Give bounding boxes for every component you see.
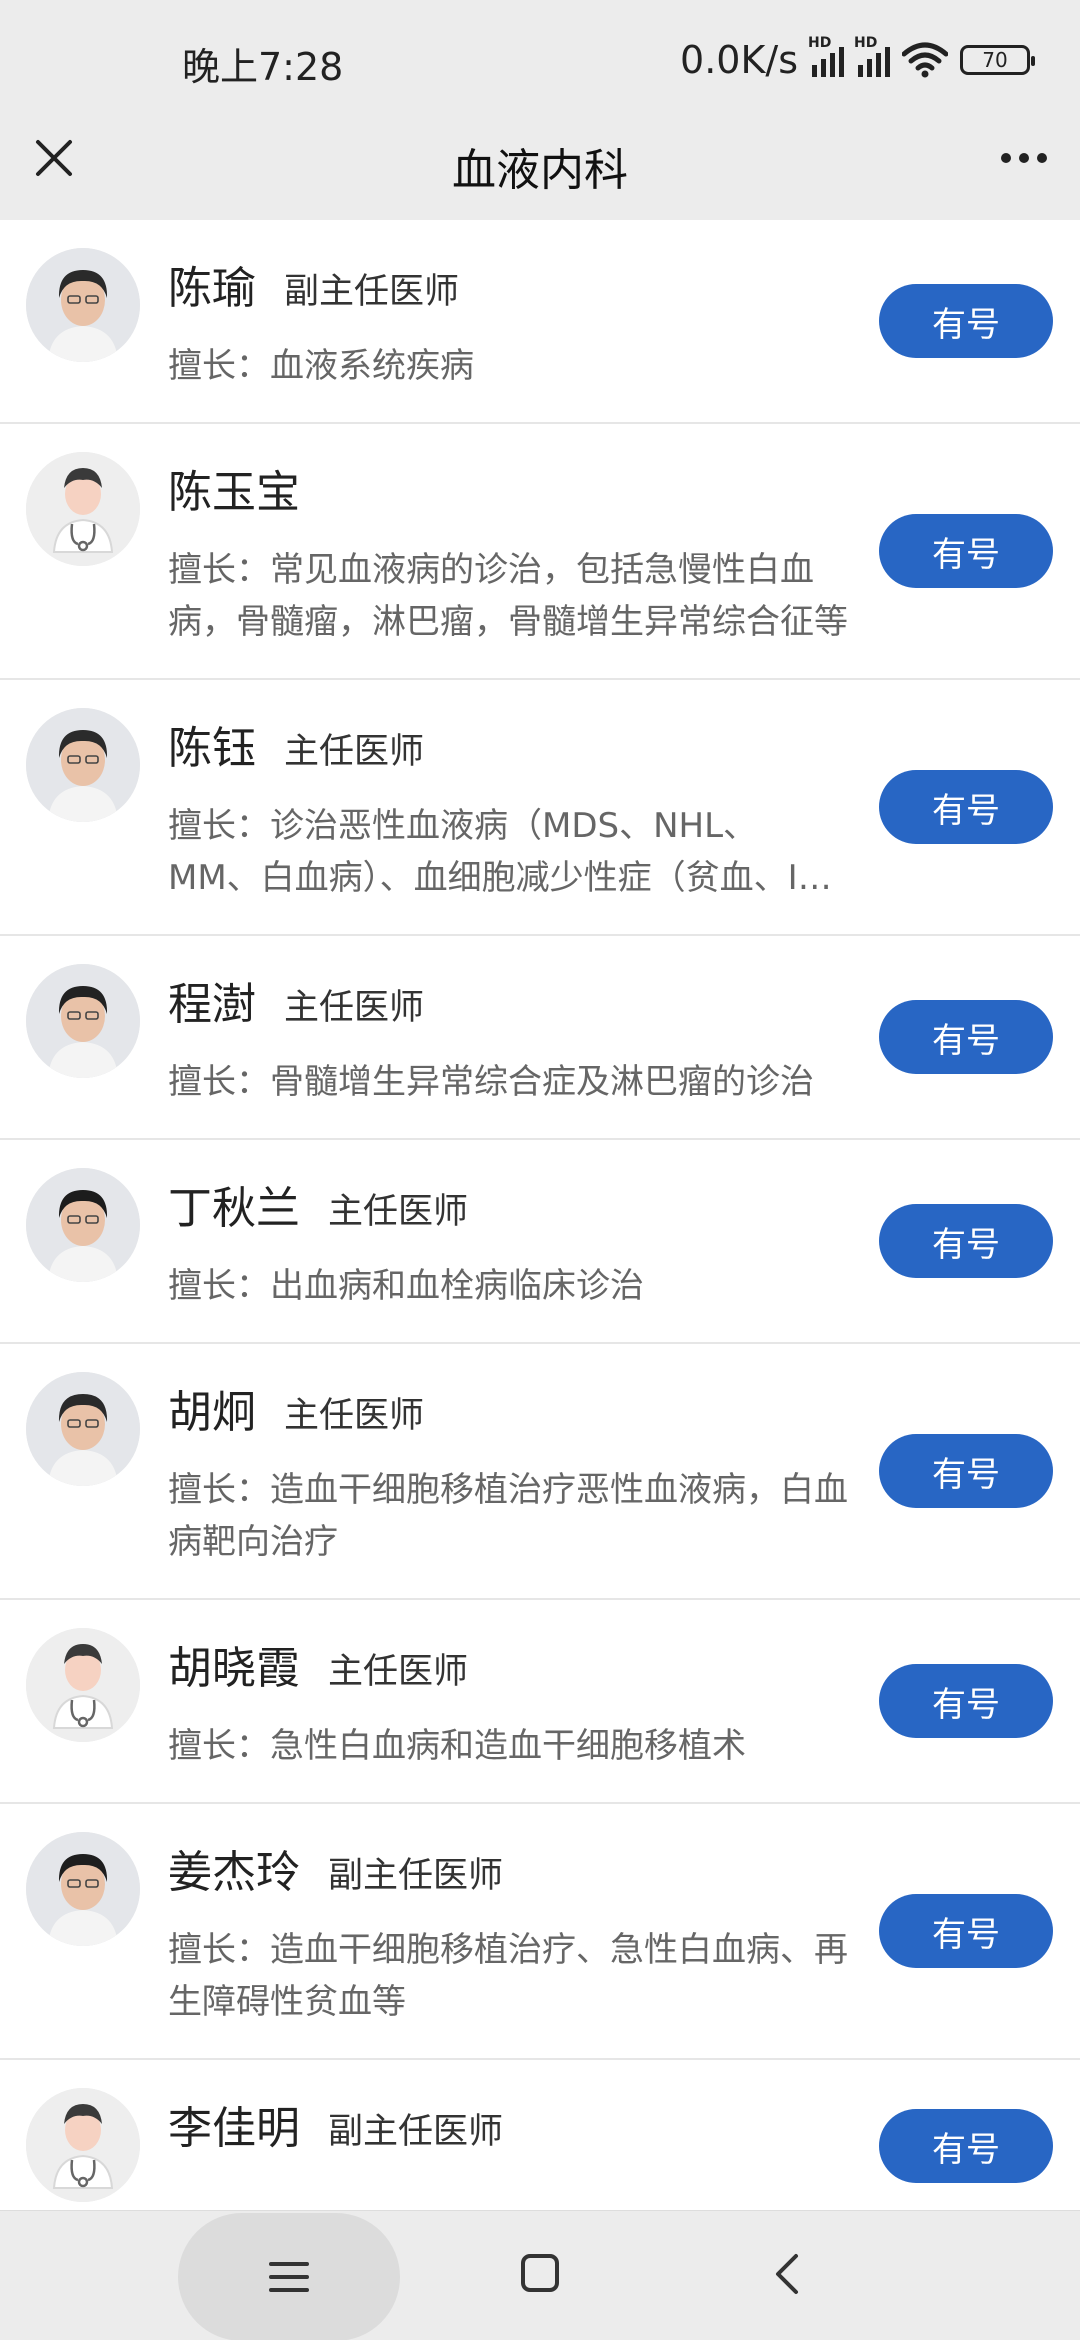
doctor-avatar — [26, 964, 140, 1078]
doctor-row[interactable]: 姜杰玲 副主任医师擅长：造血干细胞移植治疗、急性白血病、再生障碍性贫血等 有号 — [0, 1804, 1080, 2060]
system-nav-bar — [0, 2210, 1080, 2340]
more-icon — [1001, 153, 1011, 163]
doctor-title: 主任医师 — [284, 988, 425, 1028]
doctor-avatar — [26, 248, 140, 362]
doctor-specialty: 擅长：出血病和血栓病临床诊治 — [168, 1266, 644, 1306]
doctor-header: 李佳明 副主任医师 — [168, 2092, 848, 2156]
doctor-avatar — [26, 1832, 140, 1946]
book-appointment-button[interactable]: 有号 — [879, 770, 1053, 844]
doctor-specialty: 擅长：血液系统疾病 — [168, 346, 474, 386]
menu-icon — [269, 2262, 309, 2292]
doctor-row[interactable]: 丁秋兰 主任医师 擅长：出血病和血栓病临床诊治 有号 — [0, 1140, 1080, 1344]
doctor-row[interactable]: 胡晓霞 主任医师 擅长：急性白血病和造血干细胞移植术 有号 — [0, 1600, 1080, 1804]
status-bar: 晚上7:28 0.0K/s HD HD 70 — [0, 0, 1080, 120]
wifi-icon — [902, 42, 948, 78]
doctor-name: 陈钰 — [168, 723, 256, 774]
doctor-row[interactable]: 程澍 主任医师 擅长：骨髓增生异常综合症及淋巴瘤的诊治 有号 — [0, 936, 1080, 1140]
doctor-name: 陈玉宝 — [168, 467, 300, 518]
doctor-row[interactable]: 陈钰 主任医师擅长：诊治恶性血液病（MDS、NHL、MM、白血病）、血细胞减少性症… — [0, 680, 1080, 936]
doctor-header: 程澍 主任医师 — [168, 968, 848, 1032]
doctor-header: 陈瑜 副主任医师 — [168, 252, 848, 316]
book-appointment-button[interactable]: 有号 — [879, 2109, 1053, 2183]
doctor-header: 胡炯 主任医师 — [168, 1376, 848, 1440]
doctor-info: 陈钰 主任医师擅长：诊治恶性血液病（MDS、NHL、MM、白血病）、血细胞减少性症… — [168, 708, 848, 904]
doctor-specialty: 擅长：常见血液病的诊治，包括急慢性白血病，骨髓瘤，淋巴瘤，骨髓增生异常综合征等 — [168, 550, 848, 642]
doctor-specialty: 擅长：造血干细胞移植治疗、急性白血病、再生障碍性贫血等 — [168, 1930, 848, 2022]
network-speed: 0.0K/s — [680, 38, 798, 82]
doctor-list[interactable]: 陈瑜 副主任医师 擅长：血液系统疾病 有号 陈玉宝 擅长：常见血液病的诊治，包括急慢性白血… — [0, 220, 1080, 2210]
book-appointment-button[interactable]: 有号 — [879, 1664, 1053, 1738]
home-icon — [521, 2254, 559, 2292]
doctor-title: 主任医师 — [284, 1396, 425, 1436]
nav-back-button[interactable] — [762, 2249, 812, 2299]
doctor-title: 副主任医师 — [328, 2112, 504, 2152]
nav-home-button[interactable] — [518, 2251, 562, 2295]
doctor-specialty: 擅长：造血干细胞移植治疗恶性血液病，白血病靶向治疗 — [168, 1470, 848, 1562]
doctor-title: 主任医师 — [284, 732, 425, 772]
doctor-info: 胡炯 主任医师擅长：造血干细胞移植治疗恶性血液病，白血病靶向治疗 — [168, 1372, 848, 1568]
doctor-avatar — [26, 1168, 140, 1282]
doctor-avatar — [26, 452, 140, 566]
doctor-header: 姜杰玲 副主任医师 — [168, 1836, 848, 1900]
doctor-avatar — [26, 1372, 140, 1486]
doctor-avatar — [26, 1628, 140, 1742]
doctor-title: 副主任医师 — [284, 272, 460, 312]
doctor-row[interactable]: 陈瑜 副主任医师 擅长：血液系统疾病 有号 — [0, 220, 1080, 424]
doctor-title: 副主任医师 — [328, 1856, 504, 1896]
doctor-header: 陈钰 主任医师 — [168, 712, 848, 776]
doctor-name: 丁秋兰 — [168, 1183, 300, 1234]
doctor-info: 姜杰玲 副主任医师擅长：造血干细胞移植治疗、急性白血病、再生障碍性贫血等 — [168, 1832, 848, 2028]
book-appointment-button[interactable]: 有号 — [879, 1204, 1053, 1278]
nav-menu-button[interactable] — [178, 2213, 400, 2340]
back-icon — [776, 2254, 798, 2294]
book-appointment-button[interactable]: 有号 — [879, 1434, 1053, 1508]
doctor-header: 丁秋兰 主任医师 — [168, 1172, 848, 1236]
doctor-name: 姜杰玲 — [168, 1847, 300, 1898]
book-appointment-button[interactable]: 有号 — [879, 514, 1053, 588]
doctor-avatar — [26, 2088, 140, 2202]
doctor-info: 陈瑜 副主任医师擅长：血液系统疾病 — [168, 248, 848, 392]
battery-icon: 70 — [960, 45, 1035, 75]
doctor-title: 主任医师 — [328, 1652, 469, 1692]
doctor-title: 主任医师 — [328, 1192, 469, 1232]
doctor-name: 胡炯 — [168, 1387, 256, 1438]
status-time: 晚上7:28 — [182, 45, 344, 89]
doctor-info: 陈玉宝擅长：常见血液病的诊治，包括急慢性白血病，骨髓瘤，淋巴瘤，骨髓增生异常综合… — [168, 452, 848, 648]
doctor-info: 胡晓霞 主任医师擅长：急性白血病和造血干细胞移植术 — [168, 1628, 848, 1772]
book-appointment-button[interactable]: 有号 — [879, 1894, 1053, 1968]
doctor-header: 胡晓霞 主任医师 — [168, 1632, 848, 1696]
doctor-avatar — [26, 708, 140, 822]
doctor-specialty: 擅长：急性白血病和造血干细胞移植术 — [168, 1726, 746, 1766]
status-indicators: 0.0K/s HD HD 70 — [680, 35, 1035, 84]
signal-icon: HD — [808, 35, 844, 77]
doctor-specialty: 擅长：诊治恶性血液病（MDS、NHL、MM、白血病）、血细胞减少性症（贫血、IT… — [168, 806, 839, 898]
page-title: 血液内科 — [452, 145, 628, 196]
more-button[interactable] — [992, 128, 1056, 188]
doctor-name: 李佳明 — [168, 2103, 300, 2154]
doctor-name: 胡晓霞 — [168, 1643, 300, 1694]
doctor-row[interactable]: 陈玉宝擅长：常见血液病的诊治，包括急慢性白血病，骨髓瘤，淋巴瘤，骨髓增生异常综合… — [0, 424, 1080, 680]
doctor-row[interactable]: 李佳明 副主任医师 有号 — [0, 2060, 1080, 2210]
doctor-info: 李佳明 副主任医师 — [168, 2088, 848, 2156]
doctor-info: 丁秋兰 主任医师擅长：出血病和血栓病临床诊治 — [168, 1168, 848, 1312]
doctor-header: 陈玉宝 — [168, 456, 848, 520]
signal-icon: HD — [854, 35, 890, 77]
doctor-row[interactable]: 胡炯 主任医师擅长：造血干细胞移植治疗恶性血液病，白血病靶向治疗 有号 — [0, 1344, 1080, 1600]
doctor-specialty: 擅长：骨髓增生异常综合症及淋巴瘤的诊治 — [168, 1062, 814, 1102]
doctor-name: 陈瑜 — [168, 263, 256, 314]
book-appointment-button[interactable]: 有号 — [879, 284, 1053, 358]
book-appointment-button[interactable]: 有号 — [879, 1000, 1053, 1074]
title-bar: 血液内科 — [0, 120, 1080, 220]
doctor-name: 程澍 — [168, 979, 256, 1030]
doctor-info: 程澍 主任医师擅长：骨髓增生异常综合症及淋巴瘤的诊治 — [168, 964, 848, 1108]
